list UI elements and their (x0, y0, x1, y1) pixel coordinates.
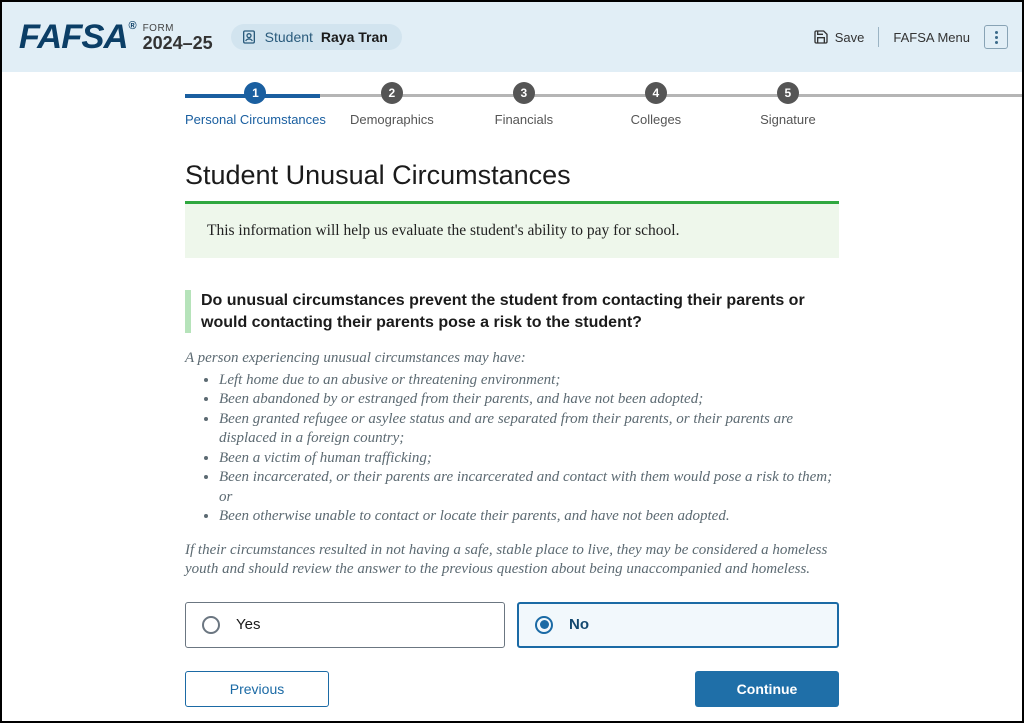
step-number: 3 (513, 82, 535, 104)
step-number: 4 (645, 82, 667, 104)
topbar-right: Save FAFSA Menu (813, 25, 1008, 49)
option-no[interactable]: No (517, 602, 839, 648)
question-text: Do unusual circumstances prevent the stu… (201, 290, 839, 333)
step-number: 1 (244, 82, 266, 104)
step-label: Personal Circumstances (185, 112, 326, 127)
step-label: Colleges (631, 112, 682, 127)
nav-row: Previous Continue (185, 671, 839, 707)
step-label: Financials (495, 112, 554, 127)
option-yes-label: Yes (236, 616, 260, 633)
help-intro: A person experiencing unusual circumstan… (185, 349, 839, 369)
progress-stepper: 1 Personal Circumstances 2 Demographics 3 Fin… (2, 82, 1022, 138)
help-list-item: Been otherwise unable to contact or loca… (219, 507, 839, 527)
info-banner: This information will help us evaluate t… (185, 204, 839, 258)
step-4[interactable]: 4 Colleges (590, 82, 722, 127)
radio-icon (535, 616, 553, 634)
step-5[interactable]: 5 Signature (722, 82, 854, 127)
save-icon (813, 29, 829, 45)
student-chip[interactable]: Student Raya Tran (231, 24, 402, 50)
brand-year: 2024–25 (143, 34, 213, 54)
brand: FAFSA ® FORM 2024–25 (20, 20, 213, 54)
page-title: Student Unusual Circumstances (185, 160, 839, 191)
save-label: Save (835, 30, 865, 45)
help-list-item: Been incarcerated, or their parents are … (219, 468, 839, 507)
help-list-item: Been granted refugee or asylee status an… (219, 410, 839, 449)
brand-logo: FAFSA (19, 20, 128, 54)
kebab-dot-icon (995, 41, 998, 44)
question-block: Do unusual circumstances prevent the stu… (185, 290, 839, 333)
student-name: Raya Tran (321, 29, 388, 45)
help-list: Left home due to an abusive or threateni… (219, 371, 839, 527)
radio-group: Yes No (185, 602, 839, 648)
brand-registered: ® (128, 20, 136, 32)
more-menu-button[interactable] (984, 25, 1008, 49)
step-number: 5 (777, 82, 799, 104)
radio-icon (202, 616, 220, 634)
step-1[interactable]: 1 Personal Circumstances (185, 82, 326, 127)
top-bar: FAFSA ® FORM 2024–25 Student Raya Tran (2, 2, 1022, 72)
question-accent-bar (185, 290, 191, 333)
continue-button[interactable]: Continue (695, 671, 839, 707)
step-number: 2 (381, 82, 403, 104)
step-2[interactable]: 2 Demographics (326, 82, 458, 127)
student-role: Student (265, 29, 313, 45)
help-tail: If their circumstances resulted in not h… (185, 541, 839, 580)
help-text: A person experiencing unusual circumstan… (185, 349, 839, 580)
main-content: Student Unusual Circumstances This infor… (2, 160, 1022, 648)
kebab-dot-icon (995, 36, 998, 39)
save-button[interactable]: Save (813, 29, 865, 45)
step-label: Signature (760, 112, 816, 127)
fafsa-menu-button[interactable]: FAFSA Menu (893, 30, 970, 45)
separator (878, 27, 879, 47)
step-3[interactable]: 3 Financials (458, 82, 590, 127)
kebab-dot-icon (995, 31, 998, 34)
user-badge-icon (241, 29, 257, 45)
help-list-item: Been a victim of human trafficking; (219, 449, 839, 469)
option-yes[interactable]: Yes (185, 602, 505, 648)
option-no-label: No (569, 616, 589, 633)
previous-button[interactable]: Previous (185, 671, 329, 707)
help-list-item: Been abandoned by or estranged from thei… (219, 390, 839, 410)
help-list-item: Left home due to an abusive or threateni… (219, 371, 839, 391)
brand-sub: FORM 2024–25 (143, 24, 213, 54)
step-label: Demographics (350, 112, 434, 127)
